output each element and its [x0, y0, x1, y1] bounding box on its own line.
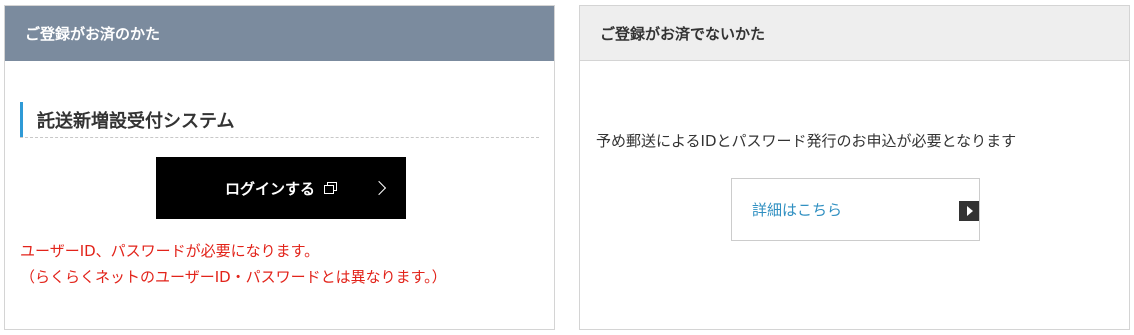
note-line-2: （らくらくネットのユーザーID・パスワードとは異なります。） [20, 268, 447, 286]
system-title-text: 託送新増設受付システム [37, 111, 235, 132]
login-button-label: ログインする [224, 179, 315, 198]
login-note: ユーザーID、パスワードが必要になります。 （らくらくネットのユーザーID・パス… [20, 238, 447, 290]
login-button[interactable]: ログインする [156, 157, 406, 219]
registered-user-panel: ご登録がお済のかた 託送新増設受付システム ログインする ユーザーID、パスワー… [4, 5, 555, 330]
note-line-1: ユーザーID、パスワードが必要になります。 [20, 242, 320, 260]
arrow-box-icon [959, 201, 979, 221]
registered-header: ご登録がお済のかた [5, 6, 554, 61]
dashed-divider [20, 137, 539, 138]
application-description: 予め郵送によるIDとパスワード発行のお申込が必要となります [596, 132, 1017, 150]
chevron-right-icon [371, 180, 387, 196]
details-link-button[interactable]: 詳細はこちら [731, 178, 980, 241]
unregistered-header: ご登録がお済でないかた [580, 6, 1129, 61]
system-title: 託送新増設受付システム [20, 102, 538, 138]
unregistered-user-panel: ご登録がお済でないかた 予め郵送によるIDとパスワード発行のお申込が必要となりま… [579, 5, 1130, 330]
details-link-label: 詳細はこちら [752, 201, 843, 219]
window-icon [323, 182, 337, 194]
